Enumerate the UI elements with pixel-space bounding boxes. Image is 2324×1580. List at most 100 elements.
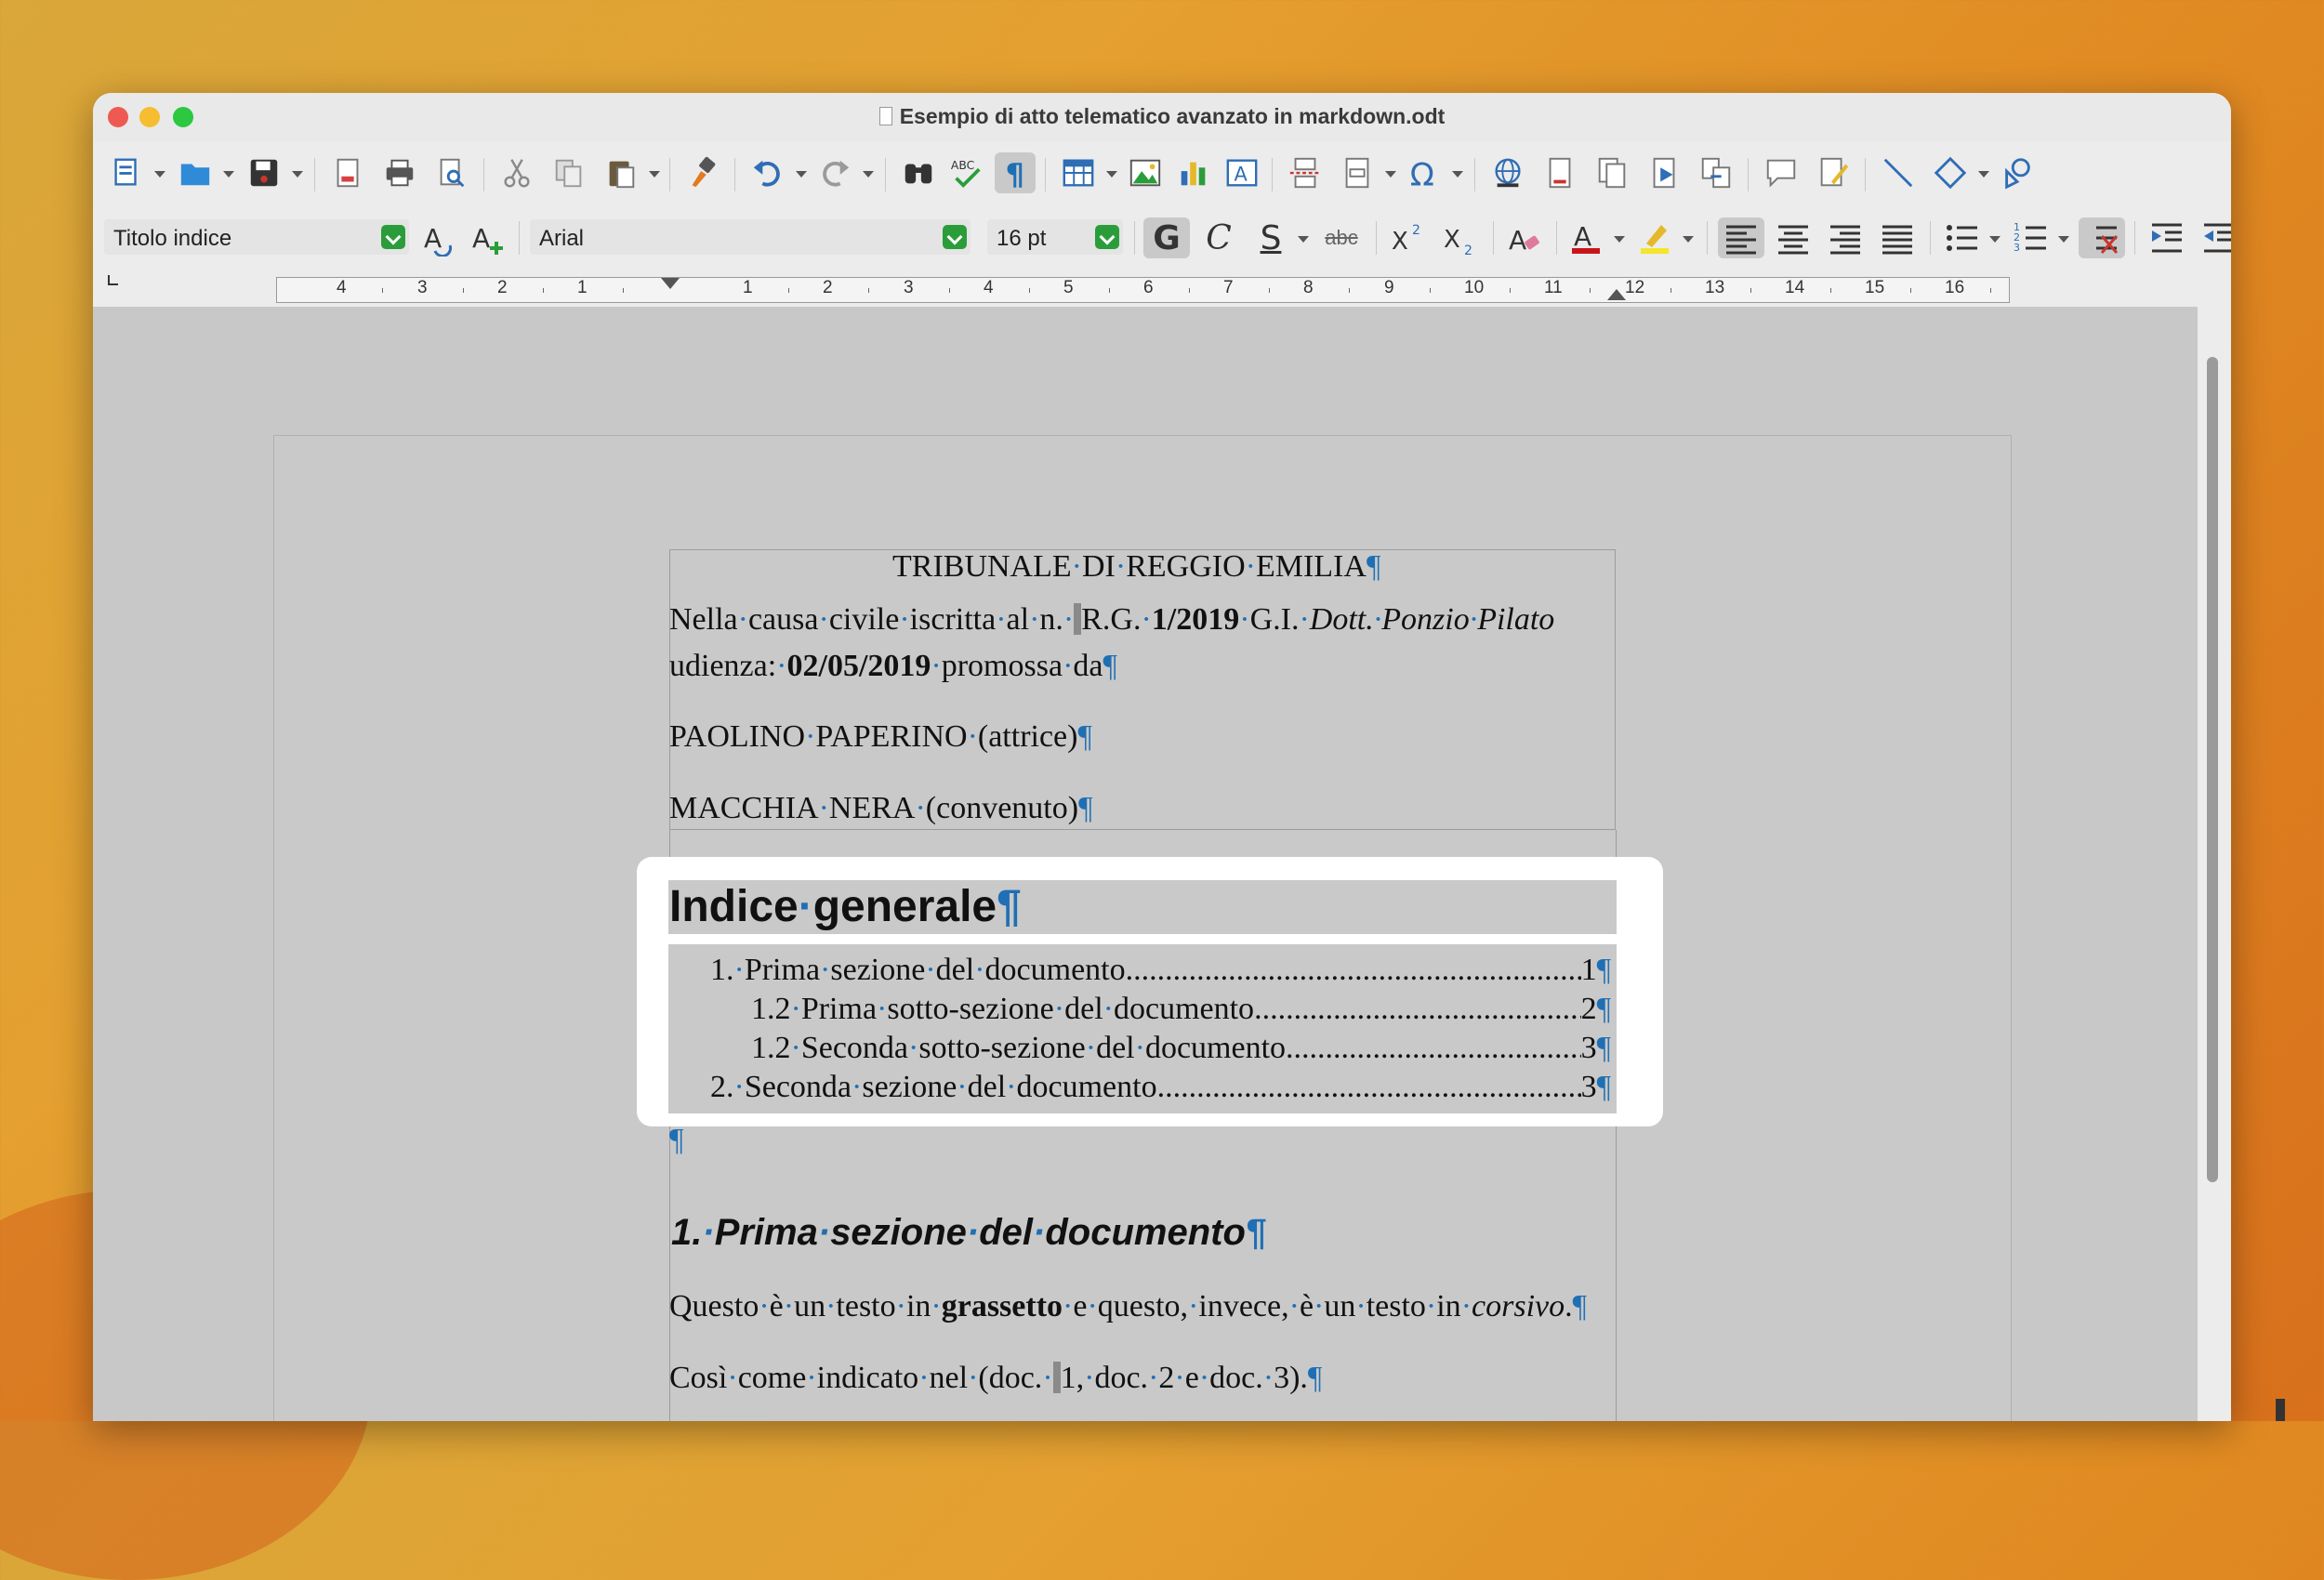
space-mark: ·	[820, 953, 831, 987]
redo-dropdown-icon[interactable]	[863, 171, 874, 178]
insert-footnote-button[interactable]	[1539, 152, 1580, 193]
underline-button[interactable]: S	[1248, 217, 1294, 258]
space-mark: ·	[1087, 1289, 1098, 1323]
open-button[interactable]	[175, 152, 216, 193]
toc-entry[interactable]: 1.2·Seconda·sotto-sezione·del·documento.…	[751, 1031, 1611, 1066]
align-left-button[interactable]	[1718, 217, 1764, 258]
paragraph-style-dropdown-icon[interactable]	[381, 225, 405, 249]
clone-formatting-button[interactable]	[682, 152, 723, 193]
unordered-list-button[interactable]	[1939, 217, 1986, 258]
space-mark: ·	[1262, 1361, 1274, 1395]
toc-entry[interactable]: 1.·Prima·sezione·del·documento..........…	[710, 953, 1611, 988]
highlight-dropdown-icon[interactable]	[1683, 236, 1694, 243]
right-indent-marker[interactable]	[1607, 289, 1626, 300]
footnote-icon	[1549, 157, 1571, 189]
paragraph-style-combo[interactable]: Titolo indice	[104, 219, 409, 255]
space-mark: ·	[1103, 992, 1114, 1026]
insert-line-button[interactable]	[1878, 152, 1919, 193]
insert-endnote-button[interactable]	[1591, 152, 1632, 193]
vertical-scrollbar[interactable]	[2198, 268, 2231, 1421]
insert-cross-reference-button[interactable]	[1696, 152, 1736, 193]
update-style-button[interactable]: A	[420, 217, 461, 258]
textbox-icon: A	[1226, 159, 1258, 187]
svg-text:¶: ¶	[1006, 156, 1025, 191]
paste-dropdown-icon[interactable]	[649, 171, 660, 178]
special-character-dropdown-icon[interactable]	[1452, 171, 1463, 178]
new-dropdown-icon[interactable]	[154, 171, 165, 178]
strikethrough-button[interactable]: abc	[1316, 217, 1367, 258]
paste-button[interactable]	[601, 152, 641, 193]
align-right-button[interactable]	[1822, 217, 1868, 258]
save-button[interactable]	[244, 152, 284, 193]
underline-dropdown-icon[interactable]	[1298, 236, 1309, 243]
horizontal-ruler[interactable]: 4 3 2 1 1 2 3 4 5 6 7 8 9 10 11 12 13 14 15 16	[276, 277, 2010, 303]
print-button[interactable]	[379, 152, 420, 193]
paragraph-mark: ¶	[1596, 992, 1611, 1026]
redo-button[interactable]	[814, 152, 855, 193]
toolbar-separator	[1045, 158, 1046, 191]
open-dropdown-icon[interactable]	[223, 171, 234, 178]
font-color-button[interactable]: A	[1564, 217, 1610, 258]
insert-table-button[interactable]	[1058, 152, 1099, 193]
svg-text:A: A	[1234, 164, 1248, 186]
insert-special-character-button[interactable]: Ω	[1404, 152, 1445, 193]
ruler-number: 8	[1303, 278, 1314, 297]
find-replace-button[interactable]	[898, 152, 939, 193]
spelling-button[interactable]: ABC	[946, 152, 987, 193]
insert-comment-button[interactable]	[1761, 152, 1802, 193]
toolbar-separator	[1493, 221, 1494, 255]
decrease-indent-button[interactable]	[2196, 217, 2231, 258]
no-list-button[interactable]	[2079, 217, 2125, 258]
superscript-button[interactable]: X2	[1385, 217, 1432, 258]
shapes-dropdown-icon[interactable]	[1978, 171, 1989, 178]
italic-button[interactable]: C	[1195, 217, 1242, 258]
subscript-button[interactable]: X2	[1437, 217, 1484, 258]
insert-field-button[interactable]	[1337, 152, 1378, 193]
align-center-button[interactable]	[1770, 217, 1816, 258]
insert-hyperlink-button[interactable]	[1487, 152, 1528, 193]
font-name-combo[interactable]: Arial	[530, 219, 971, 255]
insert-bookmark-button[interactable]	[1644, 152, 1684, 193]
font-size-dropdown-icon[interactable]	[1095, 225, 1119, 249]
cut-button[interactable]	[496, 152, 537, 193]
ordered-list-dropdown-icon[interactable]	[2058, 236, 2069, 243]
toc-leader-dots: ........................................…	[1156, 1070, 1581, 1104]
font-color-dropdown-icon[interactable]	[1614, 236, 1625, 243]
insert-page-break-button[interactable]	[1285, 152, 1326, 193]
new-document-button[interactable]	[106, 152, 147, 193]
undo-button[interactable]	[747, 152, 788, 193]
insert-image-button[interactable]	[1125, 152, 1166, 193]
copy-icon	[555, 159, 582, 188]
clear-formatting-button[interactable]: A	[1502, 217, 1549, 258]
new-style-button[interactable]: A	[469, 217, 509, 258]
justify-button[interactable]	[1874, 217, 1921, 258]
draw-functions-button[interactable]	[1997, 152, 2038, 193]
track-changes-button[interactable]	[1813, 152, 1854, 193]
print-preview-button[interactable]	[431, 152, 472, 193]
toc-entry[interactable]: 1.2·Prima·sotto-sezione·del·documento...…	[751, 992, 1611, 1027]
copy-button[interactable]	[548, 152, 589, 193]
save-dropdown-icon[interactable]	[292, 171, 303, 178]
increase-indent-button[interactable]	[2144, 217, 2190, 258]
undo-dropdown-icon[interactable]	[796, 171, 807, 178]
export-pdf-button[interactable]	[327, 152, 368, 193]
insert-textbox-button[interactable]: A	[1221, 152, 1262, 193]
table-dropdown-icon[interactable]	[1106, 171, 1117, 178]
field-dropdown-icon[interactable]	[1385, 171, 1396, 178]
font-size-combo[interactable]: 16 pt	[987, 219, 1123, 255]
ruler-tick	[1029, 288, 1030, 293]
bold-button[interactable]: G	[1143, 217, 1190, 258]
basic-shapes-button[interactable]	[1930, 152, 1971, 193]
scrollbar-thumb[interactable]	[2207, 357, 2218, 1182]
space-mark: ·	[1299, 602, 1310, 637]
left-indent-marker[interactable]	[661, 278, 680, 289]
svg-text:X: X	[1444, 226, 1460, 254]
unordered-list-dropdown-icon[interactable]	[1989, 236, 2000, 243]
highlight-color-button[interactable]	[1632, 217, 1679, 258]
insert-chart-button[interactable]	[1173, 152, 1214, 193]
formatting-marks-toggle[interactable]: ¶	[995, 152, 1036, 193]
font-name-dropdown-icon[interactable]	[943, 225, 967, 249]
tab-stop-selector-icon[interactable]	[108, 275, 118, 285]
ordered-list-button[interactable]: 123	[2008, 217, 2054, 258]
toc-entry[interactable]: 2.·Seconda·sezione·del·documento........…	[710, 1070, 1611, 1105]
